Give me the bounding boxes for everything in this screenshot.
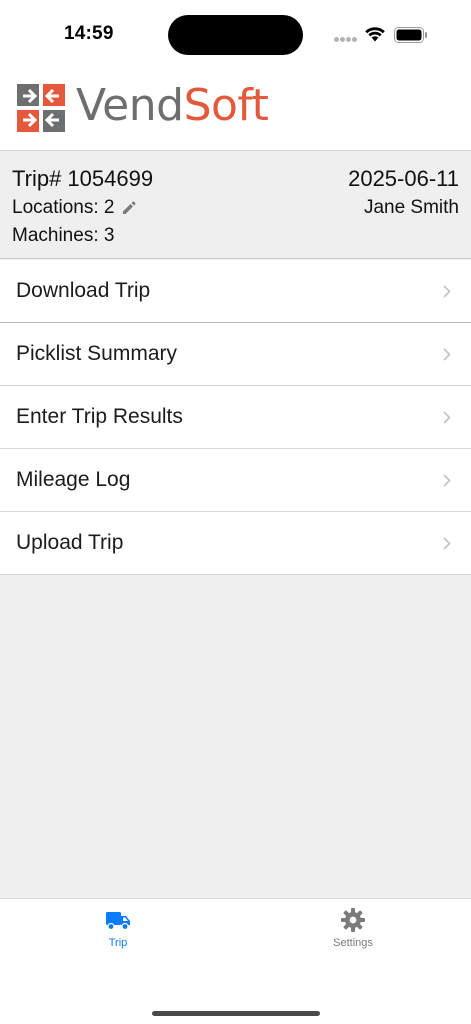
tab-settings-label: Settings — [333, 937, 373, 949]
trip-driver-name: Jane Smith — [363, 197, 459, 218]
menu-item-enter-trip-results[interactable]: Enter Trip Results — [0, 386, 471, 449]
chevron-right-icon — [443, 474, 451, 487]
logo-text-soft: Soft — [183, 80, 269, 131]
menu-item-label: Mileage Log — [16, 468, 131, 491]
trip-locations: Locations: 2 — [12, 197, 137, 219]
dynamic-island — [168, 15, 303, 55]
menu-item-upload-trip[interactable]: Upload Trip — [0, 512, 471, 575]
edit-pencil-icon[interactable] — [121, 200, 137, 216]
trip-locations-label: Locations: 2 — [12, 197, 115, 218]
menu-item-label: Enter Trip Results — [16, 405, 183, 428]
home-indicator[interactable] — [152, 1011, 320, 1016]
menu-item-label: Upload Trip — [16, 531, 124, 554]
trip-menu-list: Download Trip Picklist Summary Enter Tri… — [0, 260, 471, 575]
chevron-right-icon — [443, 348, 451, 361]
tab-trip[interactable]: Trip — [58, 907, 178, 959]
vendsoft-logo-text: VendSoft — [76, 80, 269, 132]
chevron-right-icon — [443, 285, 451, 298]
truck-icon — [106, 912, 130, 931]
gear-icon — [341, 908, 365, 932]
trip-date: 2025-06-11 — [348, 166, 459, 191]
cellular-signal-icon — [334, 37, 358, 43]
chevron-right-icon — [443, 411, 451, 424]
menu-item-label: Download Trip — [16, 279, 151, 302]
status-time: 14:59 — [64, 23, 114, 44]
menu-item-download-trip[interactable]: Download Trip — [0, 260, 471, 323]
menu-item-mileage-log[interactable]: Mileage Log — [0, 449, 471, 512]
trip-machines: Machines: 3 — [12, 225, 115, 246]
tab-trip-label: Trip — [108, 937, 128, 949]
chevron-right-icon — [443, 537, 451, 550]
status-bar: 14:59 — [0, 0, 471, 70]
trip-number: Trip# 1054699 — [12, 166, 154, 191]
app-header: VendSoft — [0, 70, 471, 150]
vendsoft-logo-icon — [17, 84, 65, 132]
wifi-icon — [365, 27, 385, 42]
trip-info-panel: Trip# 1054699 2025-06-11 Locations: 2 Ja… — [0, 150, 471, 259]
tab-settings[interactable]: Settings — [293, 907, 413, 959]
battery-icon — [394, 27, 427, 43]
menu-item-picklist-summary[interactable]: Picklist Summary — [0, 323, 471, 386]
tab-bar: Trip Settings — [0, 898, 471, 1024]
menu-item-label: Picklist Summary — [16, 342, 178, 365]
logo-text-vend: Vend — [76, 80, 184, 131]
